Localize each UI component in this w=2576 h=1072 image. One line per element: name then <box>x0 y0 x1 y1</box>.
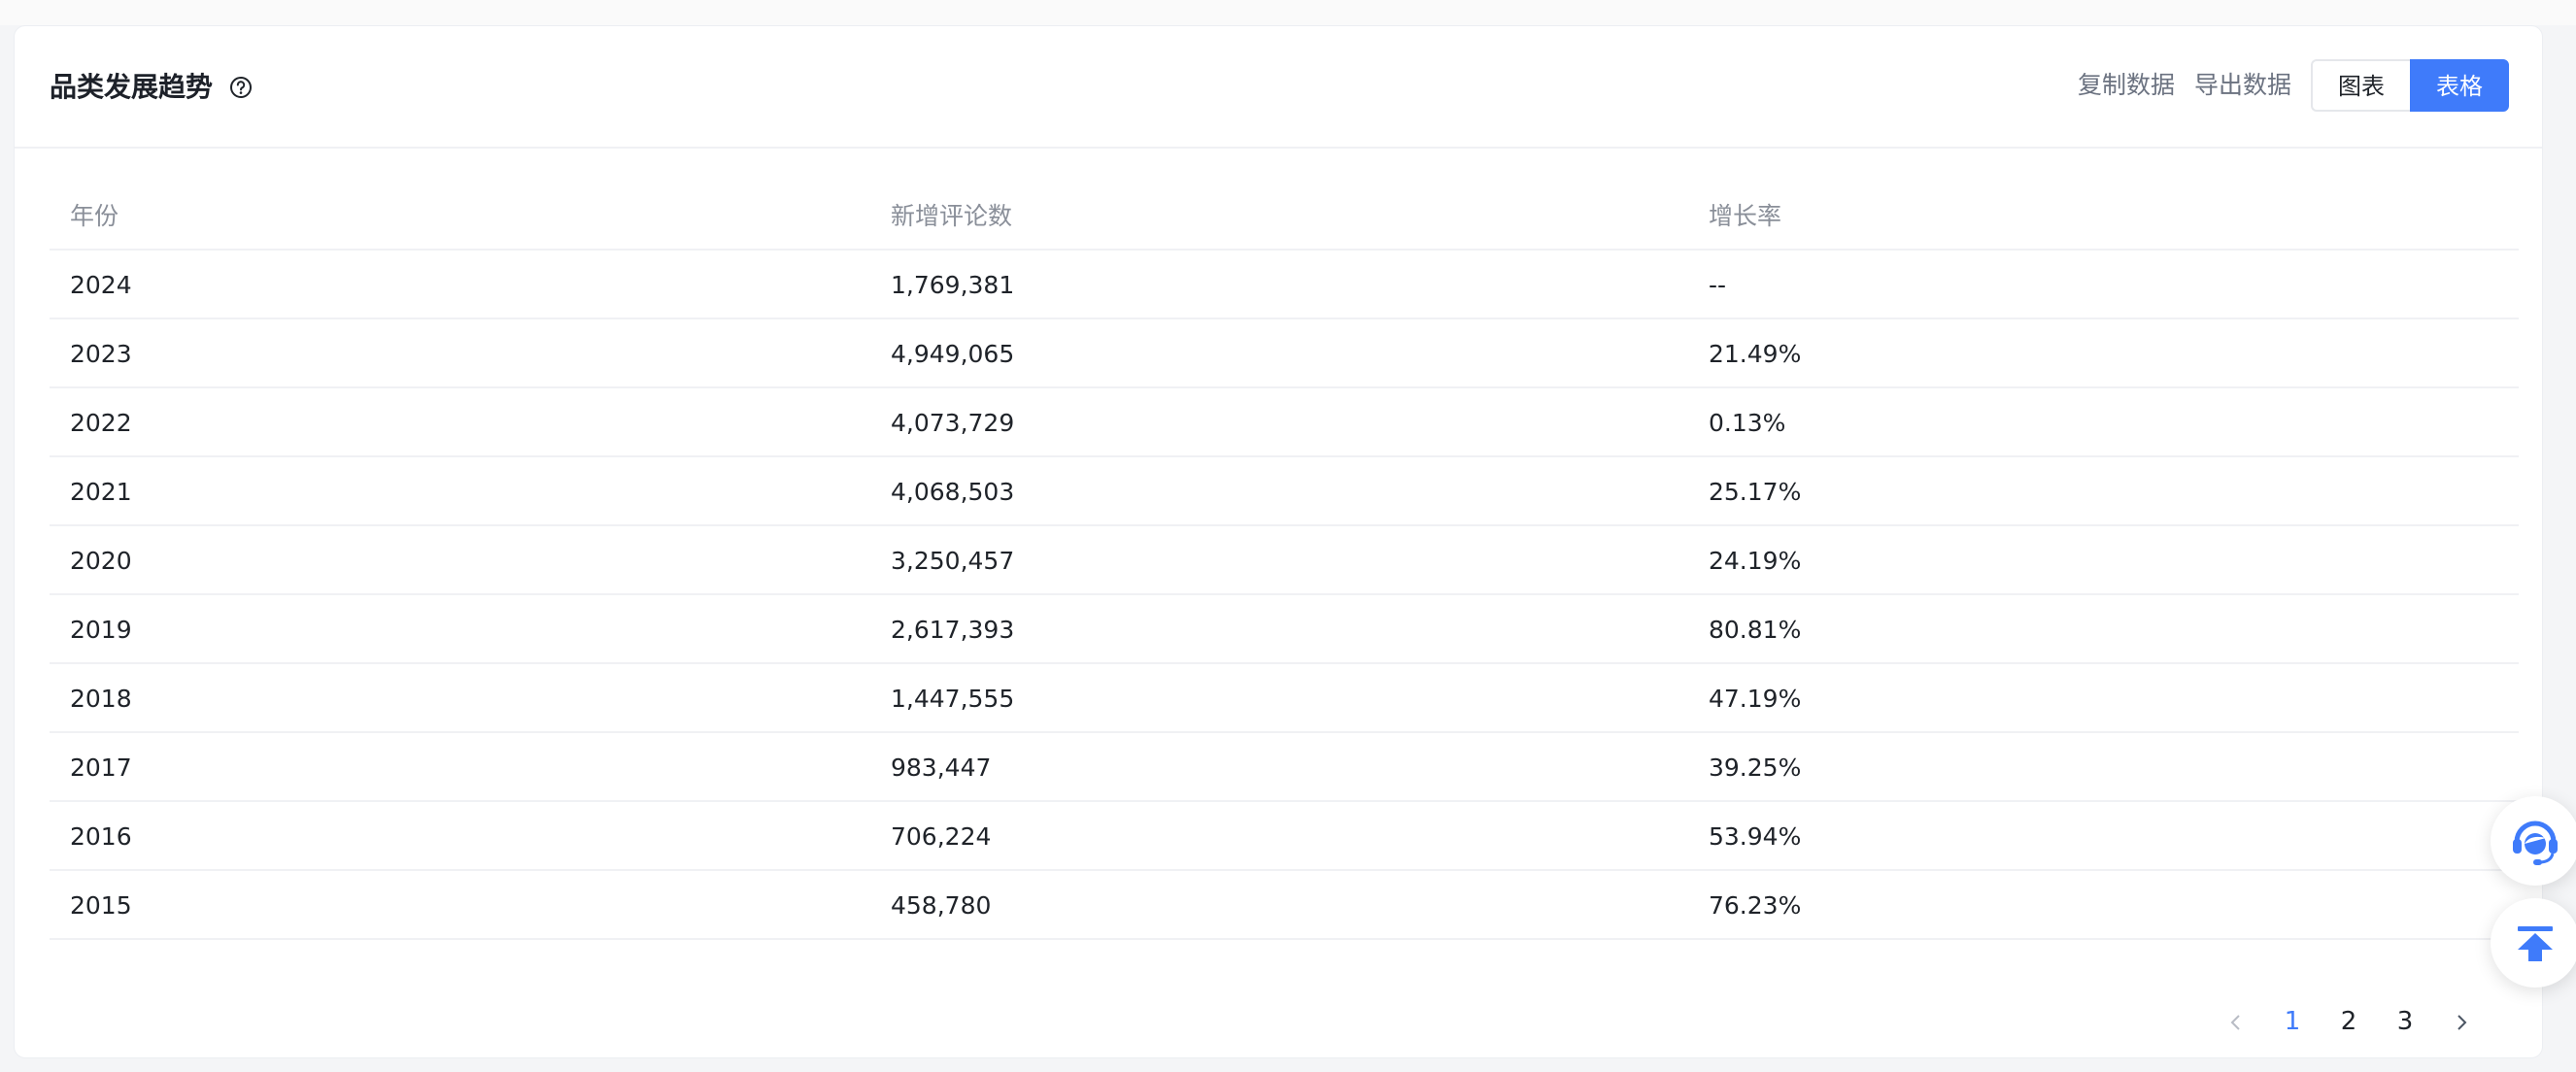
cell-new-reviews: 1,769,381 <box>891 271 1015 299</box>
card-header: 品类发展趋势 复制数据 导出数据 图表 表格 <box>15 26 2542 149</box>
cell-growth-rate: 24.19% <box>1709 547 1802 575</box>
table-row: 2023 4,949,065 21.49% <box>50 319 2519 388</box>
cell-new-reviews: 983,447 <box>891 754 992 782</box>
chevron-right-icon <box>2457 1014 2467 1030</box>
page-top-strip <box>0 0 2576 25</box>
table-row: 2022 4,073,729 0.13% <box>50 388 2519 457</box>
table-row: 2016 706,224 53.94% <box>50 802 2519 871</box>
customer-service-button[interactable] <box>2491 796 2576 886</box>
cell-new-reviews: 4,949,065 <box>891 340 1015 368</box>
table-row: 2019 2,617,393 80.81% <box>50 595 2519 664</box>
cell-new-reviews: 4,073,729 <box>891 409 1015 437</box>
cell-growth-rate: 76.23% <box>1709 891 1802 920</box>
cell-year: 2024 <box>70 271 132 299</box>
cell-year: 2020 <box>70 547 132 575</box>
table-row: 2024 1,769,381 -- <box>50 251 2519 319</box>
chevron-left-icon <box>2230 1014 2240 1030</box>
cell-year: 2021 <box>70 478 132 506</box>
table-row: 2020 3,250,457 24.19% <box>50 526 2519 595</box>
card-title: 品类发展趋势 <box>50 71 214 103</box>
cell-growth-rate: 53.94% <box>1709 822 1802 851</box>
copy-data-button[interactable]: 复制数据 <box>2078 59 2175 112</box>
cell-new-reviews: 706,224 <box>891 822 992 851</box>
table-row: 2021 4,068,503 25.17% <box>50 457 2519 526</box>
chart-view-button[interactable]: 图表 <box>2311 59 2410 112</box>
back-to-top-button[interactable] <box>2491 898 2576 988</box>
trend-table: 年份 新增评论数 增长率 2024 1,769,381 -- 2023 4,949,06… <box>50 182 2519 940</box>
pagination: 1 2 3 <box>2208 997 2490 1046</box>
cell-growth-rate: 21.49% <box>1709 340 1802 368</box>
page-1-button[interactable]: 1 <box>2264 997 2321 1046</box>
question-circle-icon[interactable] <box>226 73 255 102</box>
customer-service-icon <box>2513 821 2558 865</box>
cell-year: 2015 <box>70 891 132 920</box>
cell-growth-rate: -- <box>1709 271 1727 299</box>
cell-new-reviews: 1,447,555 <box>891 685 1015 713</box>
page-2-button[interactable]: 2 <box>2321 997 2377 1046</box>
cell-growth-rate: 39.25% <box>1709 754 1802 782</box>
table-header-row: 年份 新增评论数 增长率 <box>50 182 2519 251</box>
column-header-year: 年份 <box>70 202 119 230</box>
table-row: 2015 458,780 76.23% <box>50 871 2519 940</box>
header-actions: 复制数据 导出数据 图表 表格 <box>2078 59 2509 112</box>
cell-growth-rate: 25.17% <box>1709 478 1802 506</box>
cell-new-reviews: 2,617,393 <box>891 616 1015 644</box>
cell-year: 2019 <box>70 616 132 644</box>
page-3-button[interactable]: 3 <box>2377 997 2433 1046</box>
cell-growth-rate: 47.19% <box>1709 685 1802 713</box>
table-row: 2018 1,447,555 47.19% <box>50 664 2519 733</box>
table-view-button[interactable]: 表格 <box>2410 59 2509 112</box>
cell-new-reviews: 458,780 <box>891 891 992 920</box>
table-row: 2017 983,447 39.25% <box>50 733 2519 802</box>
export-data-button[interactable]: 导出数据 <box>2194 59 2291 112</box>
column-header-new-reviews: 新增评论数 <box>891 202 1013 230</box>
category-trend-card: 品类发展趋势 复制数据 导出数据 图表 表格 年份 新增评论数 增长率 2024… <box>14 25 2543 1058</box>
cell-year: 2022 <box>70 409 132 437</box>
prev-page-button[interactable] <box>2208 997 2264 1046</box>
cell-year: 2016 <box>70 822 132 851</box>
cell-growth-rate: 80.81% <box>1709 616 1802 644</box>
table-body: 2024 1,769,381 -- 2023 4,949,065 21.49% 2022 4,… <box>50 251 2519 940</box>
cell-new-reviews: 4,068,503 <box>891 478 1015 506</box>
cell-year: 2018 <box>70 685 132 713</box>
cell-growth-rate: 0.13% <box>1709 409 1786 437</box>
cell-year: 2023 <box>70 340 132 368</box>
next-page-button[interactable] <box>2433 997 2490 1046</box>
view-toggle: 图表 表格 <box>2311 59 2509 112</box>
cell-year: 2017 <box>70 754 132 782</box>
arrow-up-to-top-icon <box>2518 926 2553 961</box>
cell-new-reviews: 3,250,457 <box>891 547 1015 575</box>
column-header-growth-rate: 增长率 <box>1709 202 1782 230</box>
